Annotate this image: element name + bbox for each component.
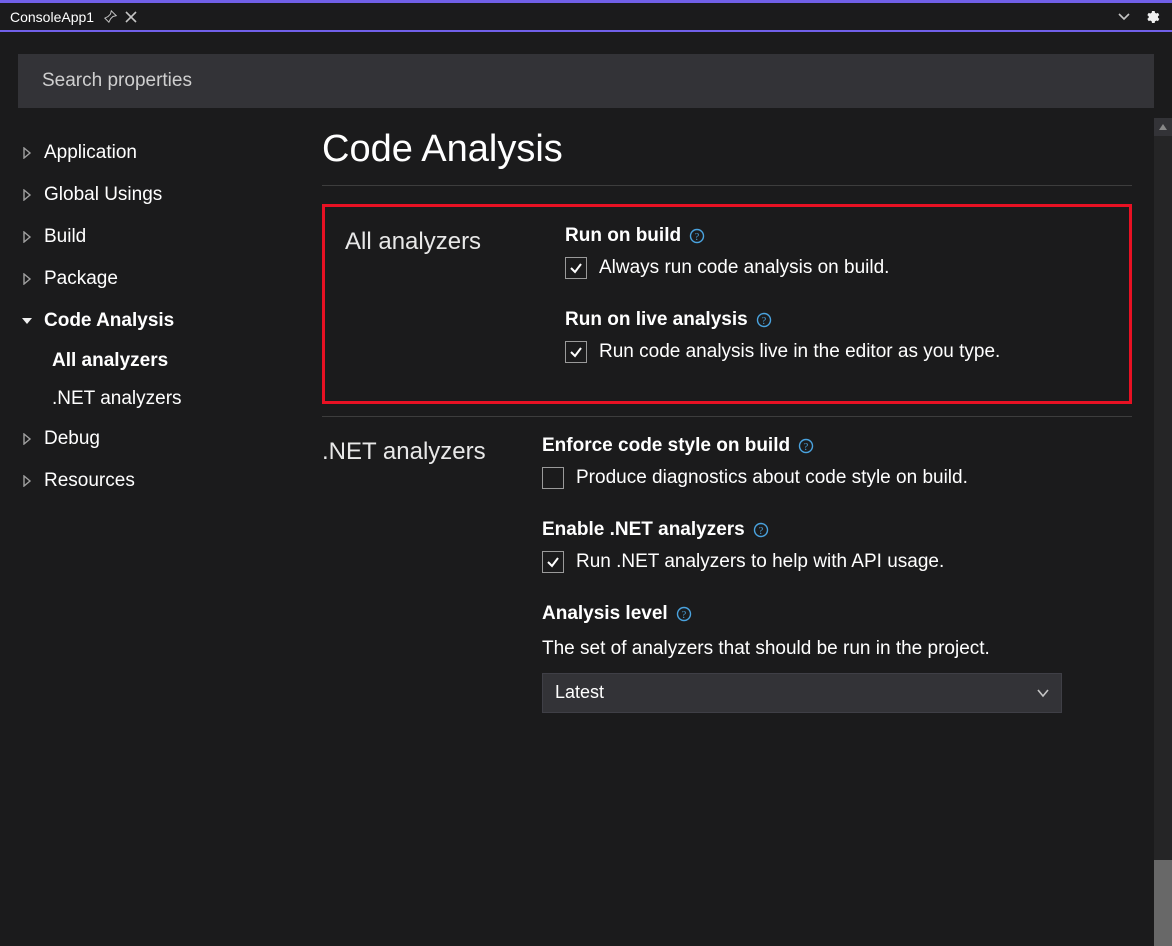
scroll-up-icon[interactable]	[1154, 118, 1172, 136]
sidebar-item-label: Package	[44, 268, 118, 290]
help-icon[interactable]: ?	[689, 228, 705, 244]
sidebar-item-application[interactable]: Application	[18, 132, 292, 174]
field-label-enable-net-analyzers: Enable .NET analyzers	[542, 519, 745, 541]
tab-consoleapp1[interactable]: ConsoleApp1	[0, 3, 147, 30]
search-input[interactable]	[18, 54, 1154, 108]
checkbox-label: Produce diagnostics about code style on …	[576, 467, 968, 489]
gear-icon[interactable]	[1140, 5, 1164, 29]
checkbox-label: Always run code analysis on build.	[599, 257, 889, 279]
checkbox-label: Run code analysis live in the editor as …	[599, 341, 1000, 363]
chevron-right-icon	[18, 433, 36, 445]
svg-text:?: ?	[761, 316, 766, 327]
scrollbar[interactable]	[1154, 118, 1172, 946]
help-icon[interactable]: ?	[753, 522, 769, 538]
sidebar-item-resources[interactable]: Resources	[18, 460, 292, 502]
select-value: Latest	[555, 682, 604, 703]
tab-bar: ConsoleApp1	[0, 0, 1172, 30]
sidebar-item-label: Debug	[44, 428, 100, 450]
sidebar-item-label: Build	[44, 226, 86, 248]
svg-text:?: ?	[759, 526, 764, 537]
checkbox-run-on-build[interactable]	[565, 257, 587, 279]
field-label-run-on-build: Run on build	[565, 225, 681, 247]
tab-title: ConsoleApp1	[10, 9, 94, 25]
pin-icon[interactable]	[104, 10, 117, 23]
sidebar-item-debug[interactable]: Debug	[18, 418, 292, 460]
svg-text:?: ?	[681, 610, 686, 621]
sidebar-item-code-analysis[interactable]: Code Analysis	[18, 300, 292, 342]
chevron-right-icon	[18, 147, 36, 159]
section-title-net-analyzers: .NET analyzers	[322, 435, 522, 713]
select-analysis-level[interactable]: Latest	[542, 673, 1062, 713]
sidebar-item-label: Application	[44, 142, 137, 164]
scroll-thumb[interactable]	[1154, 860, 1172, 946]
help-icon[interactable]: ?	[756, 312, 772, 328]
section-title-all-analyzers: All analyzers	[345, 225, 545, 369]
chevron-down-icon	[18, 316, 36, 326]
chevron-down-icon[interactable]	[1114, 7, 1134, 27]
divider	[322, 185, 1132, 186]
sidebar-item-global-usings[interactable]: Global Usings	[18, 174, 292, 216]
close-icon[interactable]	[125, 11, 137, 23]
checkbox-run-on-live[interactable]	[565, 341, 587, 363]
chevron-right-icon	[18, 231, 36, 243]
svg-text:?: ?	[804, 442, 809, 453]
field-label-enforce-code-style: Enforce code style on build	[542, 435, 790, 457]
field-description: The set of analyzers that should be run …	[542, 635, 1132, 663]
chevron-down-icon	[1037, 688, 1049, 698]
checkbox-label: Run .NET analyzers to help with API usag…	[576, 551, 944, 573]
field-label-analysis-level: Analysis level	[542, 603, 668, 625]
window-tray	[1114, 3, 1172, 30]
checkbox-enable-net-analyzers[interactable]	[542, 551, 564, 573]
content-panel: Code Analysis All analyzers Run on build…	[300, 118, 1172, 946]
help-icon[interactable]: ?	[676, 606, 692, 622]
page-title: Code Analysis	[322, 128, 1132, 171]
sidebar-item-label: Resources	[44, 470, 135, 492]
chevron-right-icon	[18, 189, 36, 201]
highlight-box: All analyzers Run on build ? Always run …	[322, 204, 1132, 404]
field-label-run-on-live: Run on live analysis	[565, 309, 748, 331]
sidebar-item-label: Code Analysis	[44, 310, 174, 332]
chevron-right-icon	[18, 273, 36, 285]
svg-text:?: ?	[695, 232, 700, 243]
chevron-right-icon	[18, 475, 36, 487]
checkbox-enforce-code-style[interactable]	[542, 467, 564, 489]
sidebar-subitem-net-analyzers[interactable]: .NET analyzers	[52, 380, 292, 418]
divider	[322, 416, 1132, 417]
sidebar-subitem-all-analyzers[interactable]: All analyzers	[52, 342, 292, 380]
sidebar-item-build[interactable]: Build	[18, 216, 292, 258]
sidebar: Application Global Usings Build Package …	[0, 118, 300, 946]
help-icon[interactable]: ?	[798, 438, 814, 454]
sidebar-item-package[interactable]: Package	[18, 258, 292, 300]
sidebar-item-label: Global Usings	[44, 184, 162, 206]
